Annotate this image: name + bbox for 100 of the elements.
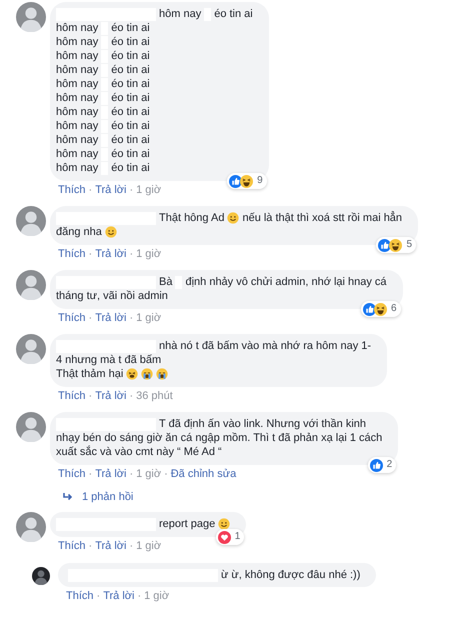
crying-face-icon <box>156 368 168 380</box>
action-link[interactable]: Trả lời <box>95 248 126 261</box>
comment-text: éo tin ai <box>111 119 150 133</box>
comment-text: éo tin ai <box>111 161 150 175</box>
comment-text: éo tin ai <box>214 7 253 21</box>
action-link[interactable]: Trả lời <box>95 184 126 197</box>
comment-text: éo tin ai <box>111 105 150 119</box>
action-link[interactable]: Trả lời <box>95 540 126 553</box>
laughing-face-icon <box>389 238 402 252</box>
thumbs-up-icon <box>370 458 383 472</box>
separator-dot: · <box>129 540 134 553</box>
comment-time: 1 giờ <box>136 248 162 261</box>
comment-text: hôm nay <box>56 49 98 63</box>
comment-text: hôm nay <box>56 119 98 133</box>
comment-text: hôm nay <box>56 161 98 175</box>
comment-text: Bà <box>159 275 172 289</box>
comment-text: éo tin ai <box>111 35 150 49</box>
separator-dot: · <box>164 468 168 481</box>
comment-text: hôm nay <box>56 35 98 49</box>
action-link[interactable]: Trả lời <box>95 312 126 325</box>
comment-text: nhạy bén do sáng giờ ăn cá ngập mồm. Thì t đã phản xạ lại 1 cách <box>56 431 382 445</box>
action-link[interactable]: Thích <box>66 590 94 603</box>
smiley-icon <box>227 212 240 224</box>
comment-text: éo tin ai <box>111 63 150 77</box>
comment-time: 1 giờ <box>136 540 162 553</box>
separator-dot: · <box>88 312 92 325</box>
comment-text: ừ ừ, không được đâu nhé :)) <box>221 568 360 582</box>
reaction-badge[interactable]: 2 <box>368 457 396 473</box>
comment-text: hôm nay <box>56 133 98 147</box>
comment-text: T đã định ấn vào link. Nhưng với thần kinh <box>159 417 366 431</box>
smiley-icon <box>104 226 117 238</box>
laughing-face-icon <box>374 302 387 316</box>
comment-text: nhà nó t đã bấm vào mà nhớ ra hôm nay 1- <box>159 339 372 353</box>
separator-dot: · <box>129 390 134 403</box>
comment-text: hôm nay <box>56 77 98 91</box>
comment-text: éo tin ai <box>111 91 150 105</box>
replies-link[interactable]: 1 phản hồi <box>82 491 134 503</box>
action-link[interactable]: Trả lời <box>95 390 126 403</box>
comment-text: xuất sắc và vào cmt này “ Mé Ad “ <box>56 445 222 459</box>
comment-text: hôm nay <box>159 7 202 21</box>
separator-dot: · <box>129 248 134 261</box>
separator-dot: · <box>88 390 92 403</box>
comment-time: 1 giờ <box>136 312 162 325</box>
reaction-count: 6 <box>391 302 397 316</box>
separator-dot: · <box>96 590 100 603</box>
comment-text: định nhảy vô chửi admin, nhớ lại hnay cá <box>185 275 387 289</box>
comment-time: 1 giờ <box>144 590 170 603</box>
comment-text: hôm nay <box>56 105 98 119</box>
separator-dot: · <box>88 540 92 553</box>
separator-dot: · <box>88 248 92 261</box>
comment-text: đăng nha <box>56 225 102 239</box>
action-link[interactable]: Thích <box>58 468 86 481</box>
reaction-count: 1 <box>234 530 240 544</box>
thumbs-up-icon <box>363 302 376 316</box>
action-link[interactable]: Thích <box>58 248 86 261</box>
comment-time: 1 giờ <box>136 468 162 481</box>
thumbs-up-icon <box>378 238 392 252</box>
smiley-icon <box>218 518 230 530</box>
comment-time: 1 giờ <box>136 184 162 197</box>
action-link[interactable]: Đã chỉnh sửa <box>170 468 236 481</box>
action-link[interactable]: Trả lời <box>103 590 134 603</box>
comment-text: hôm nay <box>56 91 98 105</box>
action-link[interactable]: Thích <box>58 312 86 325</box>
action-link[interactable]: Thích <box>58 390 86 403</box>
comment-text: 4 nhưng mà t đã bấm <box>56 353 162 367</box>
separator-dot: · <box>137 590 142 603</box>
comment-text: éo tin ai <box>111 21 150 35</box>
comment-text: hôm nay <box>56 147 98 161</box>
comment-text: report page <box>159 517 216 531</box>
action-link[interactable]: Thích <box>58 184 86 197</box>
separator-dot: · <box>129 184 134 197</box>
comment-text: éo tin ai <box>111 77 150 91</box>
reaction-badge[interactable]: 6 <box>361 301 401 317</box>
reaction-count: 2 <box>386 458 392 472</box>
comment-text: éo tin ai <box>111 49 150 63</box>
reaction-badge[interactable]: 1 <box>216 529 244 545</box>
comment-text: Thật thảm hại <box>56 367 124 381</box>
comment-text: éo tin ai <box>111 133 150 147</box>
action-link[interactable]: Trả lời <box>95 468 126 481</box>
reaction-count: 9 <box>257 174 263 188</box>
reaction-badge[interactable]: 5 <box>376 237 416 253</box>
reaction-count: 5 <box>406 238 412 252</box>
reply-arrow-icon <box>62 492 74 502</box>
comment-text: nếu là thật thì xoá stt rồi mai hẳn <box>242 211 402 225</box>
comment-text: éo tin ai <box>111 147 150 161</box>
separator-dot: · <box>88 184 92 197</box>
reaction-badge[interactable]: 9 <box>227 173 267 189</box>
comment-time: 36 phút <box>136 390 173 403</box>
thumbs-up-icon <box>229 174 242 188</box>
separator-dot: · <box>129 312 134 325</box>
separator-dot: · <box>88 468 92 481</box>
comment-text: hôm nay <box>56 63 98 77</box>
action-link[interactable]: Thích <box>58 540 86 553</box>
separator-dot: · <box>129 468 134 481</box>
avatar-icon[interactable] <box>32 567 50 585</box>
comment-text: hôm nay <box>56 21 98 35</box>
laughing-face-icon <box>240 174 254 188</box>
comment-text: Thật hông Ad <box>159 211 224 225</box>
comment-text: tháng tư, vãi nồi admin <box>56 289 168 303</box>
tired-face-icon <box>126 368 138 380</box>
